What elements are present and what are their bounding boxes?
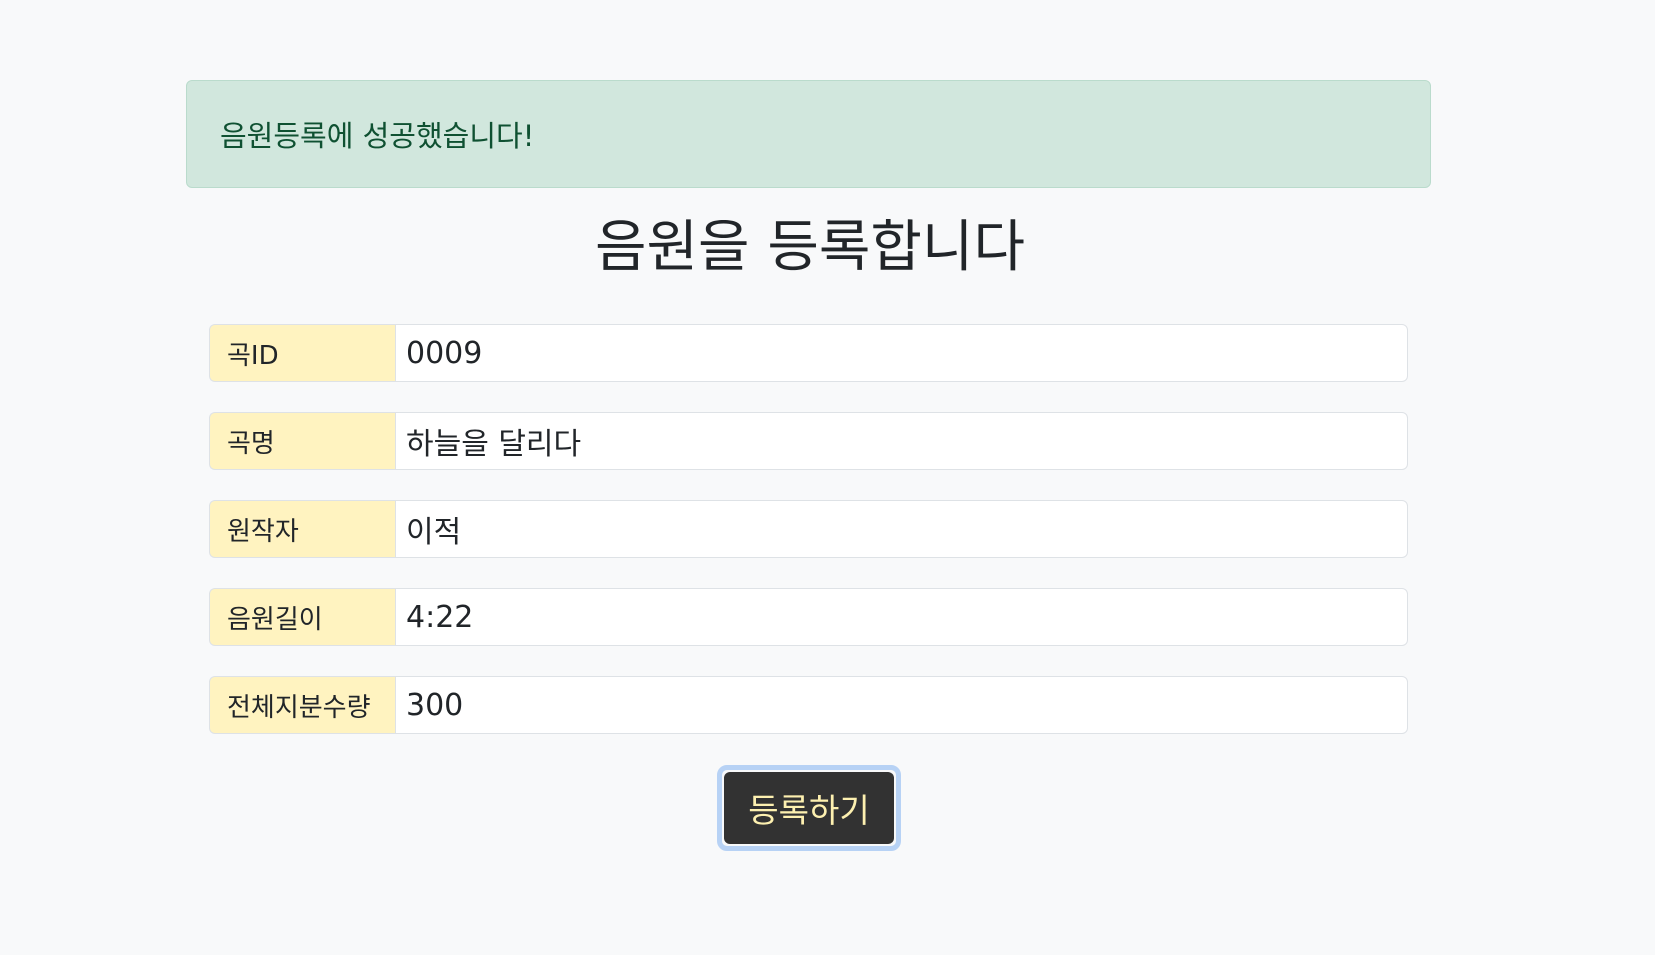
song-id-label: 곡ID [209, 324, 395, 382]
song-title-label: 곡명 [209, 412, 395, 470]
form-row-song-id: 곡ID [209, 324, 1408, 382]
song-title-input[interactable] [395, 412, 1408, 470]
original-artist-input[interactable] [395, 500, 1408, 558]
song-id-input[interactable] [395, 324, 1408, 382]
register-button[interactable]: 등록하기 [724, 772, 894, 844]
original-artist-label: 원작자 [209, 500, 395, 558]
form-row-original-artist: 원작자 [209, 500, 1408, 558]
total-shares-input[interactable] [395, 676, 1408, 734]
music-registration-form: 곡ID 곡명 원작자 음원길이 전체지분수량 [209, 324, 1408, 764]
form-row-track-length: 음원길이 [209, 588, 1408, 646]
form-row-total-shares: 전체지분수량 [209, 676, 1408, 734]
track-length-input[interactable] [395, 588, 1408, 646]
success-alert: 음원등록에 성공했습니다! [186, 80, 1431, 188]
form-row-song-title: 곡명 [209, 412, 1408, 470]
submit-button-focus-ring: 등록하기 [717, 765, 901, 851]
success-alert-message: 음원등록에 성공했습니다! [220, 119, 535, 153]
page-title: 음원을 등록합니다 [595, 215, 1025, 280]
track-length-label: 음원길이 [209, 588, 395, 646]
total-shares-label: 전체지분수량 [209, 676, 395, 734]
